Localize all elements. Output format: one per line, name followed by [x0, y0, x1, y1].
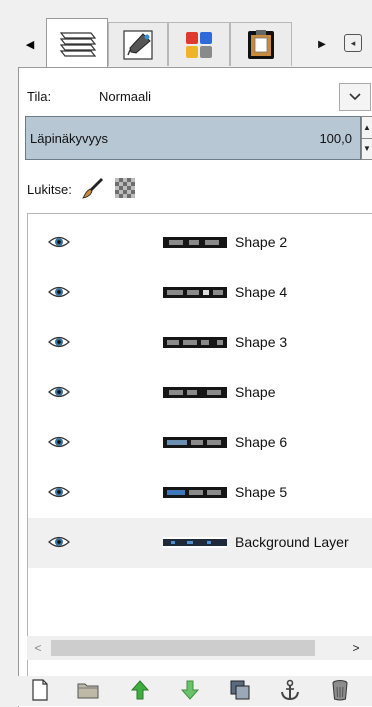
layer-thumbnail	[163, 387, 227, 398]
eye-icon[interactable]	[48, 285, 70, 299]
tab-scroll-left-button[interactable]: ◀	[22, 34, 38, 54]
lock-alpha-icon[interactable]	[115, 178, 135, 198]
lower-layer-button[interactable]	[178, 678, 202, 702]
tab-scroll-right-button[interactable]: ▶	[316, 34, 328, 54]
lock-pixels-icon[interactable]	[81, 176, 105, 200]
anchor-icon	[281, 679, 299, 701]
layer-name: Shape 3	[235, 334, 288, 350]
duplicate-layer-button[interactable]	[228, 678, 252, 702]
trash-icon	[332, 680, 348, 701]
scroll-right-button[interactable]: >	[345, 636, 367, 660]
tab-layers[interactable]	[46, 18, 108, 68]
layer-row[interactable]: Shape 2	[28, 218, 372, 268]
layer-row[interactable]: Shape 3	[28, 318, 372, 368]
layer-thumbnail	[163, 487, 227, 498]
tab-clipboard[interactable]	[230, 22, 292, 66]
layer-thumbnail	[163, 437, 227, 448]
layer-row[interactable]: Background Layer	[28, 518, 372, 568]
layer-name: Shape	[235, 384, 276, 400]
layer-thumbnail	[163, 537, 227, 548]
arrow-up-icon	[131, 680, 149, 700]
layer-row[interactable]: Shape 6	[28, 418, 372, 468]
tab-paths[interactable]	[108, 22, 168, 66]
layers-list: Shape 2 Shape 4 Shape 3 Shape Shape 6 Sh…	[27, 213, 372, 701]
eye-icon[interactable]	[48, 435, 70, 449]
lock-row: Lukitse:	[27, 174, 367, 202]
delete-layer-button[interactable]	[328, 678, 352, 702]
mode-label: Tila:	[27, 89, 52, 104]
duplicate-icon	[230, 680, 250, 700]
opacity-slider[interactable]: Läpinäkyvyys 100,0	[25, 116, 361, 160]
layer-name: Shape 2	[235, 234, 288, 250]
layer-name: Shape 6	[235, 434, 288, 450]
chevron-down-icon	[349, 93, 361, 101]
mode-row: Tila: Normaali	[27, 81, 372, 113]
anchor-layer-button[interactable]	[278, 678, 302, 702]
scrollbar-thumb[interactable]	[51, 640, 315, 656]
eye-icon[interactable]	[48, 235, 70, 249]
layer-thumbnail	[163, 237, 227, 248]
opacity-increase-button[interactable]: ▲	[362, 117, 372, 139]
layer-thumbnail	[163, 287, 227, 298]
opacity-value[interactable]: 100,0	[319, 131, 352, 146]
layers-icon	[59, 31, 97, 57]
new-layer-icon	[32, 679, 48, 701]
layer-row[interactable]: Shape 5	[28, 468, 372, 518]
dock-tab-strip: ◀ ▶ ◂	[18, 16, 372, 68]
arrow-down-icon	[181, 680, 199, 700]
eye-icon[interactable]	[48, 535, 70, 549]
layer-name: Background Layer	[235, 534, 349, 550]
paths-icon	[123, 29, 153, 60]
layer-row[interactable]: Shape 4	[28, 268, 372, 318]
layers-toolbar	[18, 676, 372, 706]
opacity-spinner: ▲ ▼	[361, 116, 372, 160]
eye-icon[interactable]	[48, 485, 70, 499]
new-layer-button[interactable]	[28, 678, 52, 702]
layers-panel: Tila: Normaali Läpinäkyvyys 100,0 ▲ ▼ Lu…	[18, 67, 372, 707]
layer-name: Shape 5	[235, 484, 288, 500]
layer-name: Shape 4	[235, 284, 288, 300]
mode-dropdown-button[interactable]	[339, 83, 371, 111]
scroll-left-button[interactable]: <	[27, 636, 49, 660]
layer-thumbnail	[163, 337, 227, 348]
tab-palette[interactable]	[168, 22, 230, 66]
layer-row[interactable]: Shape	[28, 368, 372, 418]
new-layer-group-button[interactable]	[76, 678, 100, 702]
tab-menu-button[interactable]: ◂	[344, 34, 362, 52]
opacity-label: Läpinäkyvyys	[30, 131, 109, 146]
folder-icon	[77, 683, 99, 699]
mode-select-value[interactable]: Normaali	[99, 89, 151, 104]
raise-layer-button[interactable]	[128, 678, 152, 702]
eye-icon[interactable]	[48, 335, 70, 349]
eye-icon[interactable]	[48, 385, 70, 399]
horizontal-scrollbar[interactable]: < >	[27, 636, 372, 660]
palette-icon	[186, 31, 212, 58]
lock-label: Lukitse:	[27, 182, 72, 197]
clipboard-icon	[248, 29, 274, 59]
opacity-decrease-button[interactable]: ▼	[362, 138, 372, 159]
